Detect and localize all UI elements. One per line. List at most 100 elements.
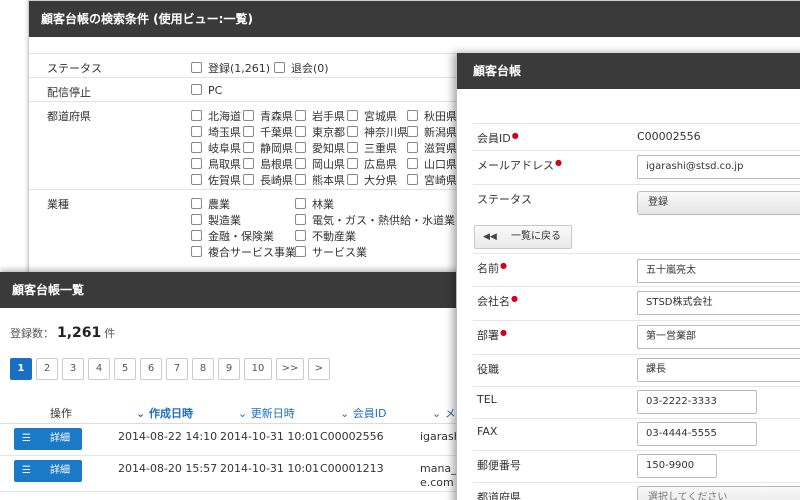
customer-detail-panel: 顧客台帳 会員ID● C00002556 メールアドレス● igarashi@s… <box>456 53 800 500</box>
department-field[interactable]: 第一営業部 <box>637 325 800 349</box>
checkbox-icon <box>191 110 202 121</box>
list-panel-title: 顧客台帳一覧 <box>0 272 470 308</box>
checkbox-icon <box>347 174 358 185</box>
page-button[interactable]: 1 <box>10 358 32 380</box>
back-to-list-button[interactable]: ◀◀ 一覧に戻る <box>474 225 572 249</box>
optout-filter-label: 配信停止 <box>47 86 91 99</box>
prefecture-checkbox[interactable]: 熊本県 <box>295 172 345 188</box>
column-header-updated[interactable]: ⌄ 更新日時 <box>238 405 295 421</box>
prefecture-select[interactable]: 選択してください <box>637 486 800 500</box>
prefecture-checkbox[interactable]: 三重県 <box>347 140 397 156</box>
detail-button[interactable]: ☰ 詳細 <box>14 460 82 482</box>
checkbox-icon <box>191 198 202 209</box>
industry-checkbox[interactable]: 林業 <box>295 196 334 212</box>
tel-field[interactable]: 03-2222-3333 <box>637 390 757 414</box>
page-button[interactable]: >> <box>276 358 304 380</box>
column-header-member-id[interactable]: ⌄ 会員ID <box>340 405 386 421</box>
industry-checkbox[interactable]: 製造業 <box>191 212 241 228</box>
prefecture-checkbox[interactable]: 東京都 <box>295 124 345 140</box>
email-field[interactable]: igarashi@stsd.co.jp <box>637 155 800 179</box>
search-panel-title: 顧客台帳の検索条件 (使用ビュー:一覧) <box>29 1 800 37</box>
company-field[interactable]: STSD株式会社 <box>637 291 800 315</box>
name-label: 名前● <box>477 261 507 275</box>
industry-checkbox[interactable]: 農業 <box>191 196 230 212</box>
page-button[interactable]: 10 <box>244 358 272 380</box>
prefecture-checkbox[interactable]: 新潟県 <box>407 124 457 140</box>
prefecture-checkbox[interactable]: 秋田県 <box>407 108 457 124</box>
industry-checkbox[interactable]: サービス業 <box>295 244 367 260</box>
sort-chevron-icon: ⌄ <box>238 407 251 420</box>
industry-checkbox[interactable]: 不動産業 <box>295 228 356 244</box>
page-button[interactable]: 4 <box>88 358 110 380</box>
status-withdrawn-checkbox[interactable]: 退会(0) <box>274 60 329 76</box>
checkbox-icon <box>407 110 418 121</box>
prefecture-checkbox[interactable]: 島根県 <box>243 156 293 172</box>
checkbox-icon <box>295 198 306 209</box>
page-button[interactable]: 8 <box>192 358 214 380</box>
checkbox-icon <box>191 230 202 241</box>
prefecture-checkbox[interactable]: 神奈川県 <box>347 124 408 140</box>
prefecture-checkbox[interactable]: 愛知県 <box>295 140 345 156</box>
prefecture-checkbox[interactable]: 滋賀県 <box>407 140 457 156</box>
checkbox-icon <box>274 62 285 73</box>
prefecture-checkbox[interactable]: 埼玉県 <box>191 124 241 140</box>
zip-row: 郵便番号 150-9900 <box>473 451 800 483</box>
status-registered-checkbox[interactable]: 登録(1,261) <box>191 60 270 76</box>
industry-checkbox[interactable]: 金融・保険業 <box>191 228 274 244</box>
prefecture-checkbox[interactable]: 大分県 <box>347 172 397 188</box>
detail-button[interactable]: ☰ 詳細 <box>14 428 82 450</box>
required-mark-icon: ● <box>500 328 507 337</box>
optout-pc-checkbox[interactable]: PC <box>191 84 222 97</box>
column-header-created[interactable]: ⌄ 作成日時 <box>136 405 193 421</box>
status-select[interactable]: 登録 <box>637 191 800 215</box>
industry-checkbox[interactable]: 電気・ガス・熱供給・水道業 <box>295 212 455 228</box>
prefecture-checkbox[interactable]: 北海道 <box>191 108 241 124</box>
checkbox-icon <box>347 158 358 169</box>
prefecture-checkbox[interactable]: 千葉県 <box>243 124 293 140</box>
member-id-label: 会員ID● <box>477 131 519 145</box>
checkbox-icon <box>407 174 418 185</box>
prefecture-checkbox[interactable]: 青森県 <box>243 108 293 124</box>
sort-chevron-icon: ⌄ <box>136 407 150 420</box>
status-filter-label: ステータス <box>47 62 102 75</box>
page-button[interactable]: 6 <box>140 358 162 380</box>
checkbox-icon <box>191 142 202 153</box>
page-button[interactable]: 7 <box>166 358 188 380</box>
page-button[interactable]: 9 <box>218 358 240 380</box>
prefecture-checkbox[interactable]: 宮崎県 <box>407 172 457 188</box>
checkbox-icon <box>243 110 254 121</box>
checkbox-icon <box>295 230 306 241</box>
prefecture-checkbox[interactable]: 佐賀県 <box>191 172 241 188</box>
page-button[interactable]: 3 <box>62 358 84 380</box>
column-header-email[interactable]: ⌄ メ <box>432 405 456 421</box>
prefecture-checkbox[interactable]: 岩手県 <box>295 108 345 124</box>
fax-row: FAX 03-4444-5555 <box>473 419 800 451</box>
position-field[interactable]: 課長 <box>637 358 800 382</box>
sort-chevron-icon: ⌄ <box>432 407 445 420</box>
required-mark-icon: ● <box>500 261 507 270</box>
page-button[interactable]: 5 <box>114 358 136 380</box>
zip-field[interactable]: 150-9900 <box>637 454 717 478</box>
email-row: メールアドレス● igarashi@stsd.co.jp <box>473 151 800 185</box>
page-button[interactable]: > <box>308 358 330 380</box>
prefecture-checkbox[interactable]: 広島県 <box>347 156 397 172</box>
industry-checkbox[interactable]: 複合サービス事業 <box>191 244 296 260</box>
prefecture-checkbox[interactable]: 静岡県 <box>243 140 293 156</box>
double-chevron-left-icon: ◀◀ <box>483 232 497 242</box>
checkbox-icon <box>243 126 254 137</box>
checkbox-icon <box>191 84 202 95</box>
tel-label: TEL <box>477 393 497 406</box>
prefecture-checkbox[interactable]: 鳥取県 <box>191 156 241 172</box>
page-button[interactable]: 2 <box>36 358 58 380</box>
prefecture-checkbox[interactable]: 山口県 <box>407 156 457 172</box>
email-label: メールアドレス● <box>477 158 562 172</box>
fax-field[interactable]: 03-4444-5555 <box>637 422 757 446</box>
prefecture-checkbox[interactable]: 岐阜県 <box>191 140 241 156</box>
prefecture-checkbox[interactable]: 岡山県 <box>295 156 345 172</box>
checkbox-icon <box>295 142 306 153</box>
prefecture-checkbox[interactable]: 長崎県 <box>243 172 293 188</box>
prefecture-checkbox[interactable]: 宮城県 <box>347 108 397 124</box>
name-field[interactable]: 五十嵐亮太 <box>637 259 800 283</box>
record-count: 登録数： 1,261 件 <box>10 325 116 341</box>
department-label: 部署● <box>477 328 507 342</box>
